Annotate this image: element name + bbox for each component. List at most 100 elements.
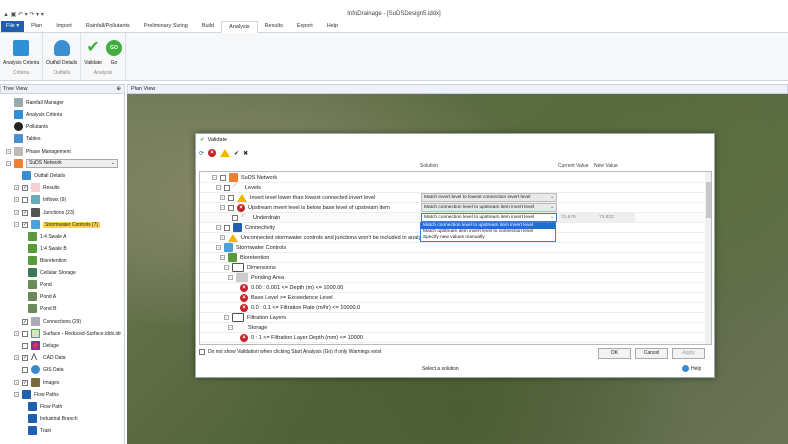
dropdown-option[interactable]: Specify new values manually: [421, 235, 555, 241]
tree-item-industrial-branch[interactable]: Industrial Branch: [28, 413, 78, 424]
checkbox[interactable]: [220, 174, 226, 181]
analysis-criteria-button[interactable]: Analysis Criteria: [3, 35, 39, 66]
tree-item-suds-network[interactable]: − SuDS Network ⌄: [6, 158, 118, 169]
tree-item-images[interactable]: + ✓ Images: [14, 377, 59, 388]
tab-rainfall[interactable]: Rainfall/Pollutants: [79, 21, 137, 32]
uncheck-all-icon[interactable]: ✖: [243, 150, 248, 157]
collapse-icon[interactable]: −: [224, 315, 229, 320]
collapse-icon[interactable]: −: [216, 185, 221, 190]
expand-icon[interactable]: +: [14, 210, 19, 215]
collapse-icon[interactable]: −: [228, 325, 233, 330]
tree-item-deluge[interactable]: Deluge: [22, 340, 59, 351]
tree-item-pond-a[interactable]: Pond A: [28, 291, 56, 302]
collapse-icon[interactable]: −: [224, 265, 229, 270]
collapse-icon[interactable]: −: [216, 225, 221, 230]
tree-item-connections[interactable]: ✓ Connections (29): [22, 316, 81, 327]
grid-row[interactable]: × 0 : 1 <= Filtration Layer Depth (mm) <=…: [200, 333, 706, 343]
tree-item-phase-management[interactable]: + Phase Management: [6, 146, 71, 157]
collapse-icon[interactable]: −: [220, 205, 225, 210]
network-select[interactable]: SuDS Network ⌄: [26, 159, 118, 168]
tree-item-results[interactable]: + ✓ Results: [14, 182, 60, 193]
tab-help[interactable]: Help: [320, 21, 345, 32]
tree-item-surface[interactable]: + Surface - Reduced-Surface.iddx.idr: [14, 328, 121, 339]
expand-icon[interactable]: +: [14, 380, 19, 385]
checkbox[interactable]: ✓: [22, 354, 28, 361]
warning-filter-icon[interactable]: [220, 149, 231, 157]
grid-row[interactable]: − Ponding Area: [200, 273, 706, 283]
outfall-details-button[interactable]: Outfall Details: [46, 35, 77, 66]
tree-item-cellular-storage[interactable]: Cellular Storage: [28, 267, 76, 278]
scrollbar-thumb[interactable]: [706, 182, 711, 218]
expand-icon[interactable]: +: [14, 185, 19, 190]
checkbox[interactable]: [22, 366, 28, 373]
collapse-icon[interactable]: −: [228, 275, 233, 280]
tree-item-train[interactable]: Train: [28, 425, 51, 436]
tree-item-inflows[interactable]: + Inflows (9): [14, 194, 66, 205]
grid-row[interactable]: − Bioretention: [200, 253, 706, 263]
tab-export[interactable]: Export: [290, 21, 320, 32]
tab-import[interactable]: Import: [49, 21, 79, 32]
tab-preliminary-sizing[interactable]: Preliminary Sizing: [137, 21, 195, 32]
grid-row[interactable]: × 0.0 : 0.1 <= Filtration Rate (m/hr) <= …: [200, 303, 706, 313]
tree-item-flow-paths[interactable]: − Flow Paths: [14, 389, 59, 400]
grid-row[interactable]: − Filtration Layers: [200, 313, 706, 323]
checkbox[interactable]: ✓: [22, 379, 28, 386]
checkbox[interactable]: ✓: [22, 184, 28, 191]
checkbox[interactable]: ✓: [22, 318, 28, 325]
solution-select[interactable]: Match connection level to upstream item …: [421, 203, 557, 212]
expand-icon[interactable]: +: [14, 197, 19, 202]
pin-icon[interactable]: ⊕: [116, 85, 121, 94]
ok-button[interactable]: OK: [598, 348, 631, 359]
grid-row[interactable]: × Base Level >= Exceedence Level: [200, 293, 706, 303]
apply-button[interactable]: Apply: [672, 348, 705, 359]
tree-item-pond[interactable]: Pond: [28, 279, 52, 290]
grid-row[interactable]: − ⟋ Levels: [200, 183, 706, 193]
tree-item-swale-b[interactable]: 1:4 Swale B: [28, 243, 67, 254]
grid-row[interactable]: − Stormwater Controls: [200, 243, 706, 253]
help-link[interactable]: Help: [682, 365, 701, 372]
tree-item-junctions[interactable]: + ✓ Junctions (23): [14, 207, 74, 218]
tree-item-rainfall-manager[interactable]: Rainfall Manager: [14, 97, 64, 108]
collapse-icon[interactable]: −: [220, 255, 225, 260]
expand-icon[interactable]: +: [220, 195, 225, 200]
collapse-icon[interactable]: −: [6, 161, 11, 166]
refresh-icon[interactable]: ⟳: [199, 150, 204, 157]
tree-item-swale-a[interactable]: 1:4 Swale A: [28, 231, 66, 242]
grid-row[interactable]: − Dimensions: [200, 263, 706, 273]
collapse-icon[interactable]: −: [212, 175, 217, 180]
checkbox[interactable]: [22, 196, 28, 203]
checkbox[interactable]: [224, 184, 230, 191]
tab-results[interactable]: Results: [258, 21, 290, 32]
tree-item-pond-b[interactable]: Pond B: [28, 303, 56, 314]
collapse-icon[interactable]: −: [14, 392, 19, 397]
check-all-icon[interactable]: ✔: [234, 150, 239, 157]
checkbox[interactable]: [232, 214, 238, 221]
expand-icon[interactable]: +: [6, 149, 11, 154]
tree-item-tables[interactable]: Tables: [14, 133, 40, 144]
tab-file[interactable]: File ▾: [1, 21, 25, 32]
tree-item-pollutants[interactable]: Pollutants: [14, 121, 48, 132]
grid-row[interactable]: × 0.00 : 0.001 <= Depth (m) <= 1000.00: [200, 283, 706, 293]
tree-item-cad-data[interactable]: + ✓ Λ CAD Data: [14, 352, 66, 363]
validate-button[interactable]: ✔ Validate: [84, 35, 102, 67]
grid-row[interactable]: − Storage: [200, 323, 706, 333]
solution-select[interactable]: Match invert level to lowest connection …: [421, 193, 557, 202]
checkbox[interactable]: [199, 349, 205, 355]
checkbox[interactable]: [22, 342, 28, 349]
checkbox[interactable]: [228, 204, 234, 211]
error-filter-icon[interactable]: ×: [208, 149, 217, 157]
tree-item-outfall-details[interactable]: Outfall Details: [22, 170, 65, 181]
tab-build[interactable]: Build: [195, 21, 221, 32]
checkbox[interactable]: [22, 330, 28, 337]
solution-select-underdrain[interactable]: Match connection level to upstream item …: [421, 213, 557, 222]
expand-icon[interactable]: +: [220, 235, 225, 240]
expand-icon[interactable]: +: [14, 355, 19, 360]
checkbox[interactable]: ✓: [22, 221, 28, 228]
tree-item-stormwater-controls[interactable]: − ✓ Stormwater Controls (7): [14, 219, 101, 230]
tree-item-flow-path[interactable]: Flow Path: [28, 401, 62, 412]
checkbox[interactable]: [224, 224, 230, 231]
tab-analysis[interactable]: Analysis: [221, 20, 258, 33]
tree-item-gis-data[interactable]: GIS Data: [22, 364, 64, 375]
cancel-button[interactable]: Cancel: [635, 348, 668, 359]
collapse-icon[interactable]: −: [14, 222, 19, 227]
